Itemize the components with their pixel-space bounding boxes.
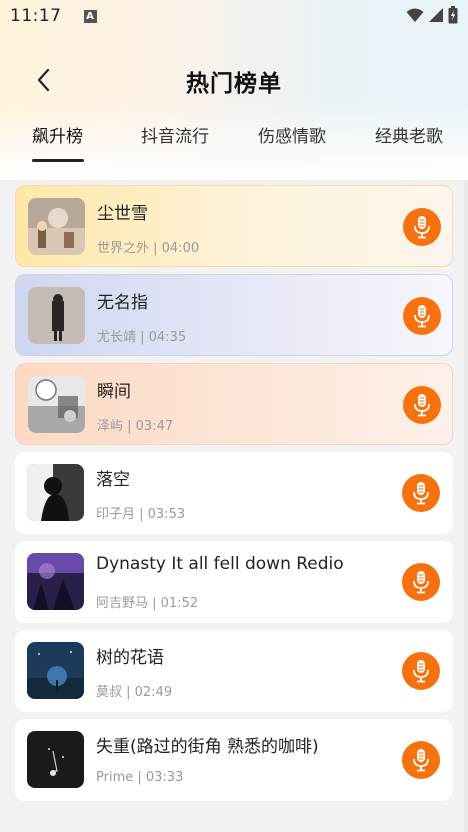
- wifi-icon: [406, 8, 424, 22]
- page-title: 热门榜单: [186, 71, 282, 97]
- tab-classic-oldies[interactable]: 经典老歌: [375, 122, 443, 147]
- tab-douyin-popular[interactable]: 抖音流行: [141, 122, 209, 147]
- status-bar: 11:17 A: [0, 0, 468, 32]
- microphone-icon: [414, 305, 430, 328]
- tab-soaring[interactable]: 飙升榜: [32, 122, 83, 147]
- song-title: Dynasty It all fell down Redio: [96, 554, 344, 574]
- song-title: 落空: [96, 470, 130, 490]
- microphone-icon: [414, 216, 430, 239]
- microphone-icon: [413, 571, 429, 594]
- song-artist-duration: Prime | 03:33: [96, 770, 184, 785]
- album-cover: [28, 376, 85, 433]
- microphone-icon: [413, 749, 429, 772]
- song-artist-duration: 泽屿 | 03:47: [97, 419, 174, 434]
- page-header: 热门榜单: [0, 56, 468, 104]
- sing-button[interactable]: [403, 208, 441, 246]
- song-card[interactable]: 落空 印子月 | 03:53: [15, 452, 453, 534]
- song-card[interactable]: 失重(路过的街角 熟悉的咖啡) Prime | 03:33: [15, 719, 453, 801]
- album-cover: [27, 553, 84, 610]
- sing-button[interactable]: [403, 386, 441, 424]
- song-title: 失重(路过的街角 熟悉的咖啡): [96, 737, 319, 757]
- status-time: 11:17: [10, 6, 62, 26]
- song-title: 树的花语: [96, 648, 164, 668]
- chart-tabs: 飙升榜 抖音流行 伤感情歌 经典老歌: [0, 116, 468, 166]
- song-card[interactable]: 瞬间 泽屿 | 03:47: [15, 363, 453, 445]
- tab-sad-love-songs[interactable]: 伤感情歌: [258, 122, 326, 147]
- scrollbar-track: [464, 180, 468, 832]
- song-artist-duration: 莫叔 | 02:49: [96, 685, 173, 700]
- microphone-icon: [413, 482, 429, 505]
- active-tab-indicator: [32, 159, 84, 162]
- battery-icon: [448, 6, 458, 24]
- album-cover: [27, 642, 84, 699]
- song-title: 尘世雪: [97, 204, 148, 224]
- song-artist-duration: 阿吉野马 | 01:52: [96, 596, 199, 611]
- album-cover: [28, 287, 85, 344]
- status-icons: [406, 6, 458, 24]
- song-artist-duration: 尤长靖 | 04:35: [97, 330, 187, 345]
- song-artist-duration: 世界之外 | 04:00: [97, 241, 200, 256]
- sing-button[interactable]: [403, 297, 441, 335]
- song-card[interactable]: 尘世雪 世界之外 | 04:00: [15, 185, 453, 267]
- album-cover: [27, 464, 84, 521]
- song-card[interactable]: 无名指 尤长靖 | 04:35: [15, 274, 453, 356]
- sing-button[interactable]: [402, 741, 440, 779]
- sing-button[interactable]: [402, 652, 440, 690]
- sing-button[interactable]: [402, 474, 440, 512]
- notification-icon: A: [83, 9, 97, 23]
- microphone-icon: [414, 394, 430, 417]
- sing-button[interactable]: [402, 563, 440, 601]
- song-title: 瞬间: [97, 382, 131, 402]
- album-cover: [28, 198, 85, 255]
- album-cover: [27, 731, 84, 788]
- song-title: 无名指: [97, 293, 148, 313]
- song-card[interactable]: 树的花语 莫叔 | 02:49: [15, 630, 453, 712]
- song-card[interactable]: Dynasty It all fell down Redio 阿吉野马 | 01…: [15, 541, 453, 623]
- microphone-icon: [413, 660, 429, 683]
- signal-icon: [429, 8, 443, 22]
- song-artist-duration: 印子月 | 03:53: [96, 507, 186, 522]
